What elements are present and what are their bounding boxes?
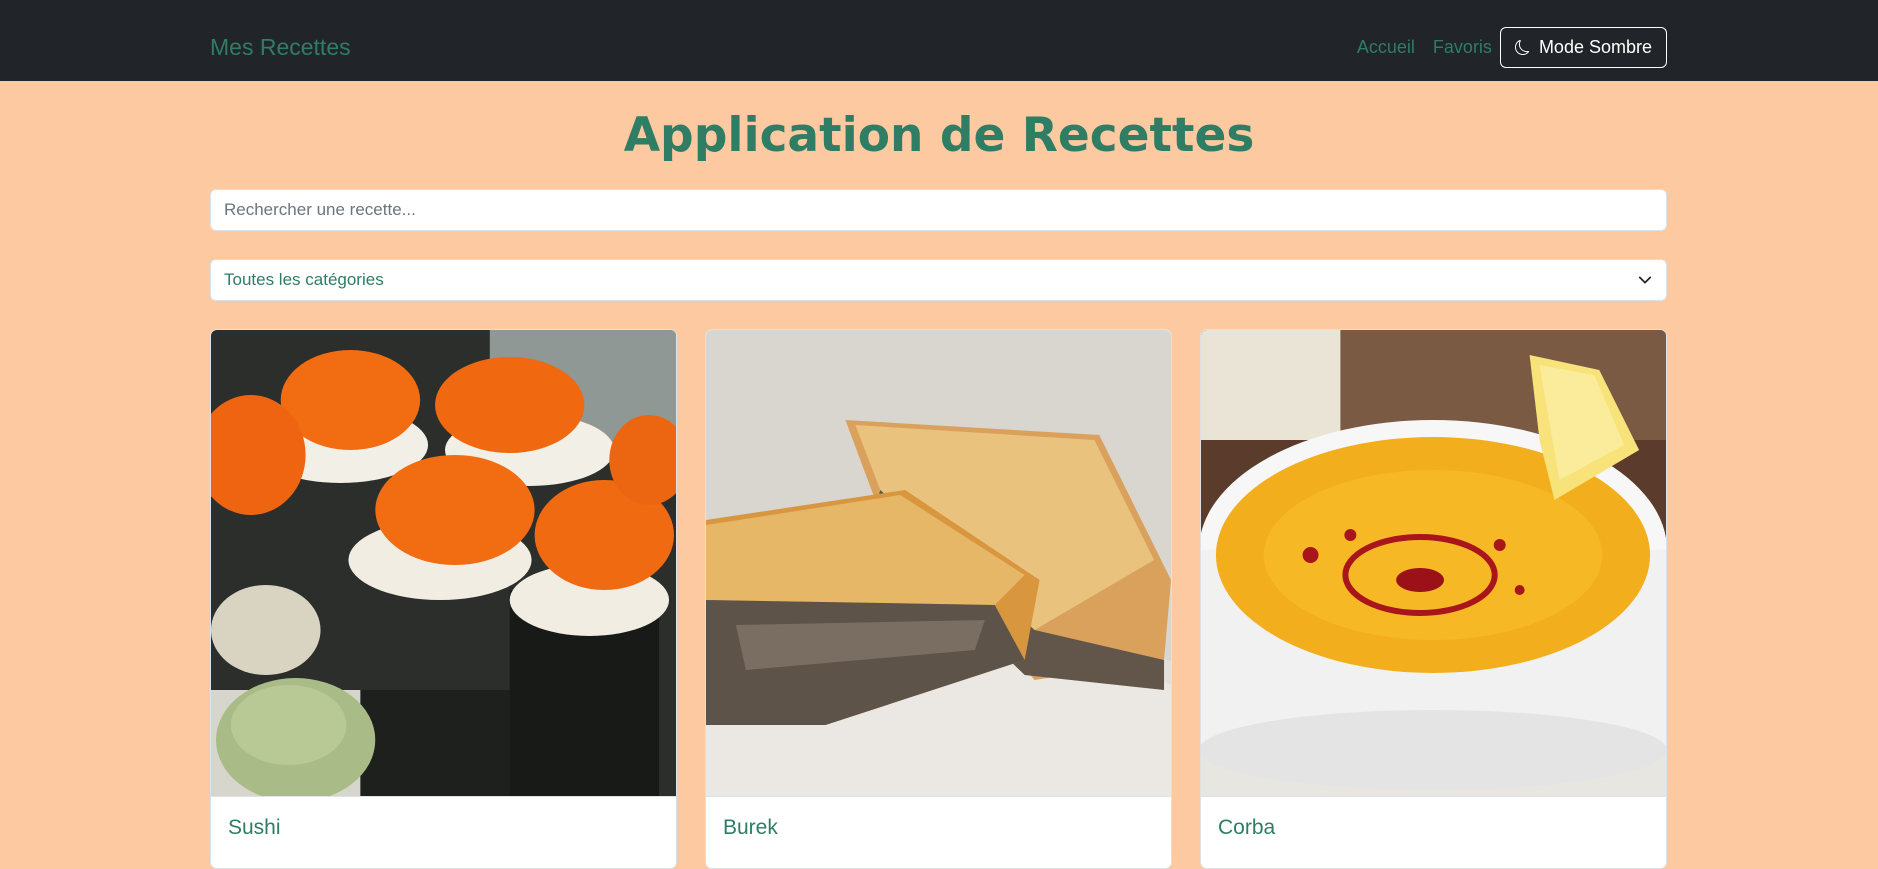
page-title: Application de Recettes bbox=[623, 108, 1255, 163]
search-input[interactable] bbox=[210, 189, 1667, 231]
recipe-card-burek[interactable]: Burek bbox=[705, 329, 1172, 869]
navbar: Mes Recettes Accueil Favoris Mode Sombre bbox=[0, 0, 1878, 81]
moon-icon bbox=[1514, 40, 1530, 55]
dark-mode-button[interactable]: Mode Sombre bbox=[1499, 27, 1667, 68]
recipe-title-corba[interactable]: Corba bbox=[1218, 816, 1275, 840]
recipe-card-sushi[interactable]: Sushi bbox=[210, 329, 677, 869]
recipe-image-sushi[interactable] bbox=[211, 330, 676, 797]
recipe-list: Sushi Burek Corba bbox=[210, 329, 1667, 869]
recipe-card-corba[interactable]: Corba bbox=[1200, 329, 1667, 869]
category-select-value: Toutes les catégories bbox=[224, 270, 384, 289]
nav-link-accueil[interactable]: Accueil bbox=[1357, 37, 1415, 58]
recipe-image-burek[interactable] bbox=[706, 330, 1171, 797]
recipe-title-burek[interactable]: Burek bbox=[723, 816, 778, 840]
brand-link[interactable]: Mes Recettes bbox=[210, 34, 351, 61]
category-select[interactable]: Toutes les catégories bbox=[210, 259, 1667, 301]
nav-link-favoris[interactable]: Favoris bbox=[1433, 37, 1492, 58]
recipe-image-corba[interactable] bbox=[1201, 330, 1666, 797]
chevron-down-icon bbox=[1638, 276, 1652, 284]
recipe-title-sushi[interactable]: Sushi bbox=[228, 816, 281, 840]
dark-mode-label: Mode Sombre bbox=[1538, 37, 1652, 57]
nav-links: Accueil Favoris Mode Sombre bbox=[1357, 27, 1667, 68]
